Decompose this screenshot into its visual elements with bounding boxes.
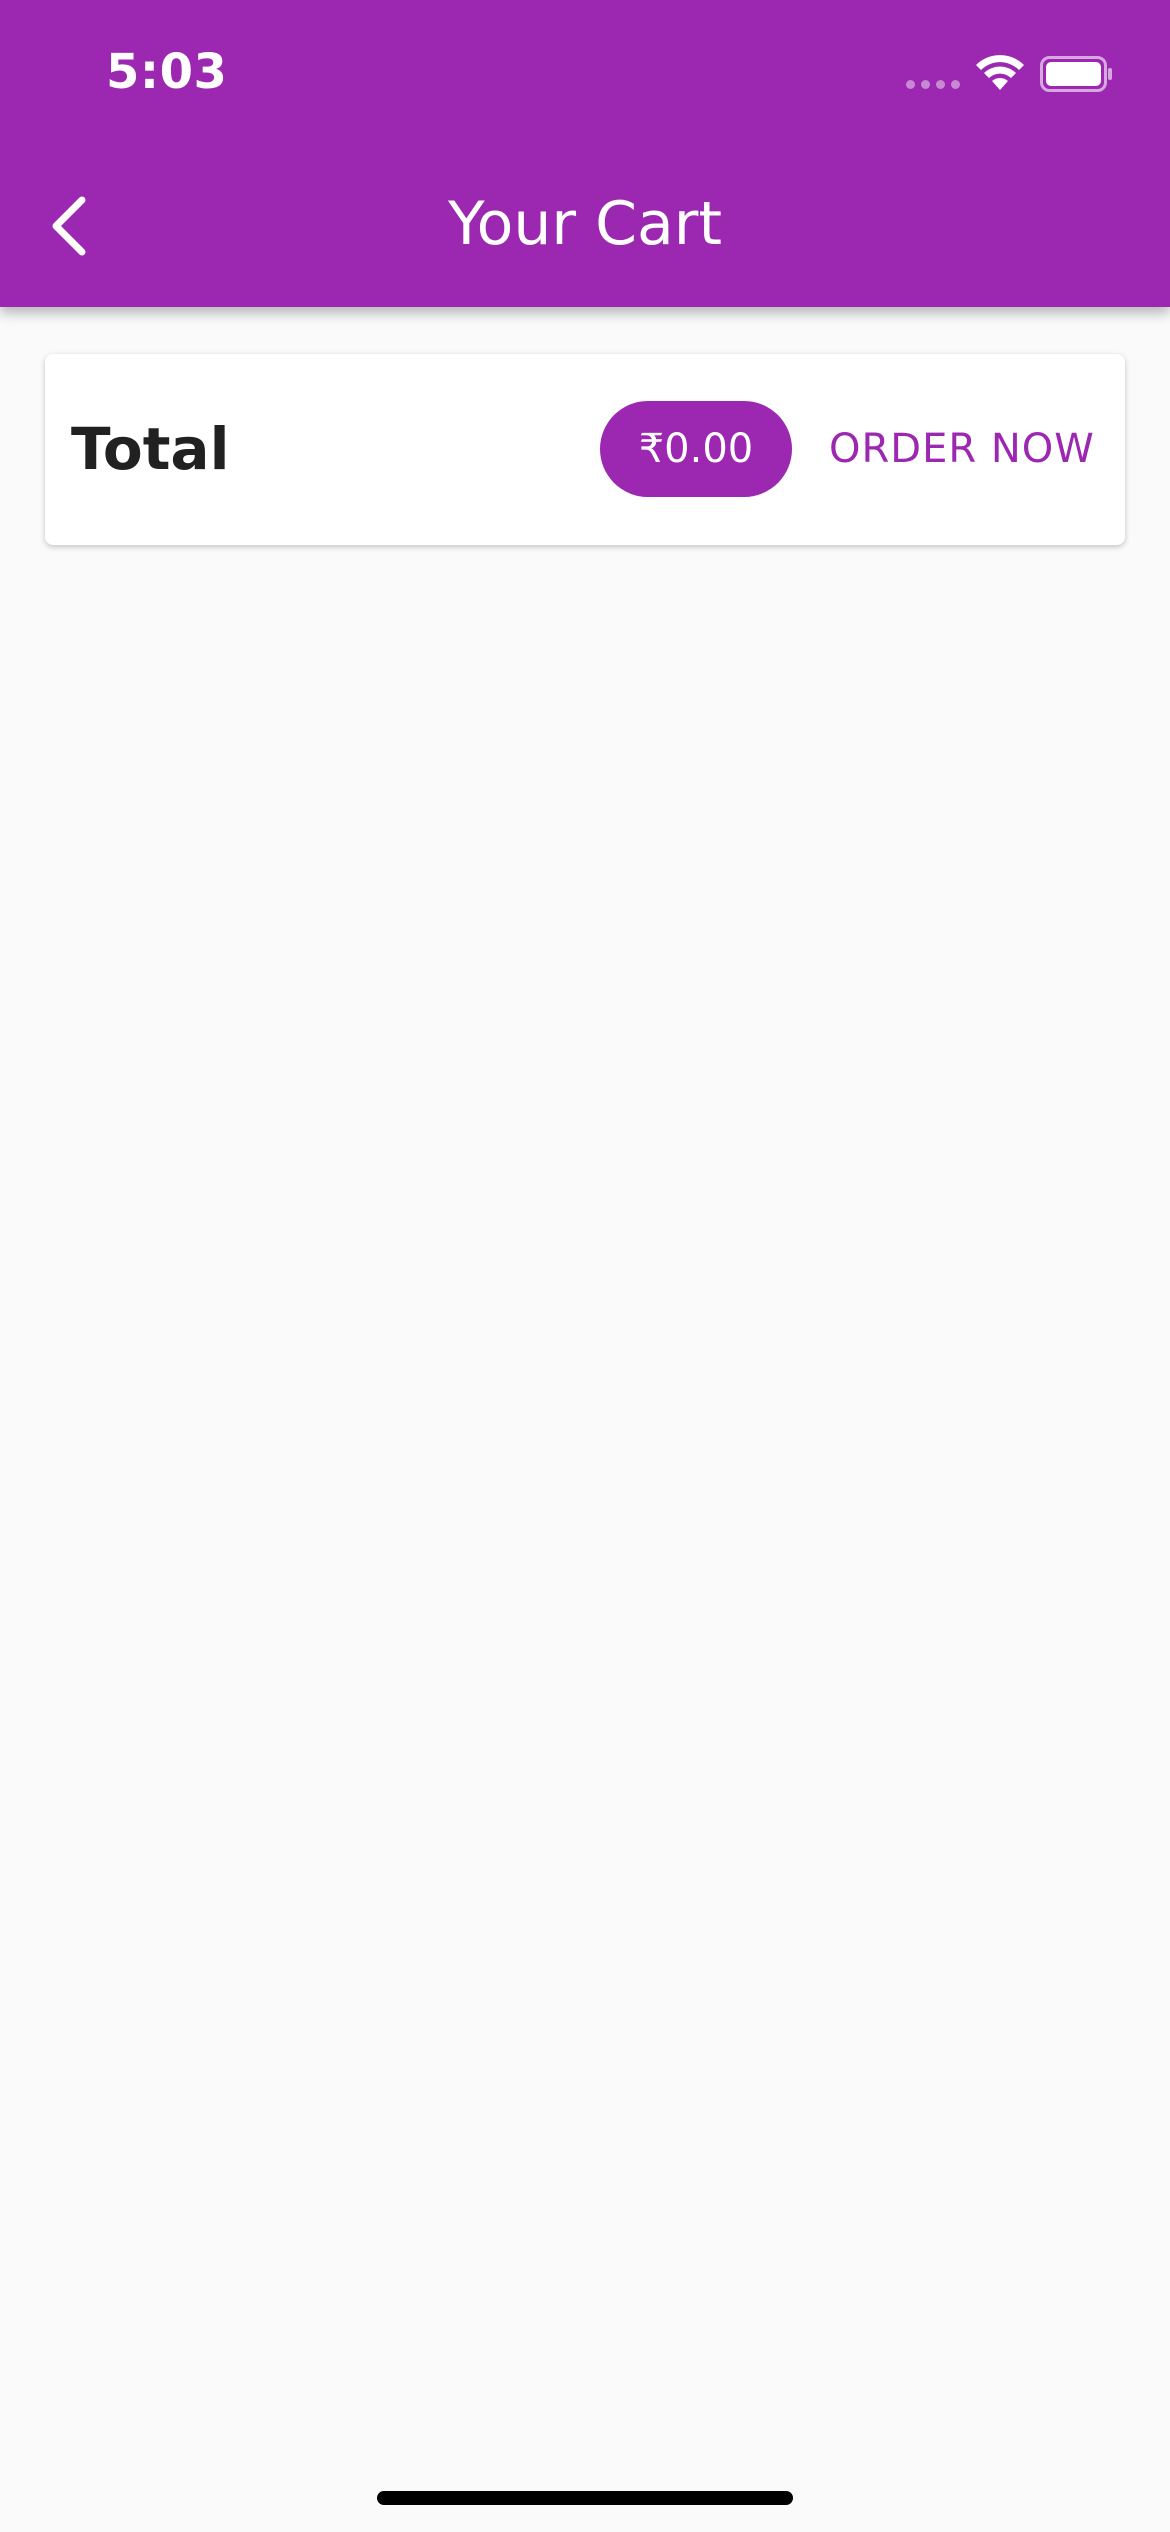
page-title: Your Cart bbox=[447, 189, 722, 259]
total-label: Total bbox=[71, 415, 230, 483]
status-time: 5:03 bbox=[106, 44, 228, 100]
order-now-button[interactable]: ORDER NOW bbox=[801, 401, 1123, 497]
status-bar: 5:03 bbox=[0, 0, 1170, 150]
battery-icon bbox=[1040, 56, 1112, 92]
app-bar: 5:03 Your Cart bbox=[0, 0, 1170, 307]
cart-summary-card: Total ₹0.00 ORDER NOW bbox=[45, 354, 1125, 545]
toolbar: Your Cart bbox=[0, 150, 1170, 307]
cellular-signal-icon bbox=[906, 80, 960, 89]
total-amount-chip: ₹0.00 bbox=[600, 401, 792, 497]
wifi-icon bbox=[976, 55, 1024, 90]
total-amount: ₹0.00 bbox=[638, 426, 754, 472]
home-indicator[interactable] bbox=[377, 2491, 793, 2505]
